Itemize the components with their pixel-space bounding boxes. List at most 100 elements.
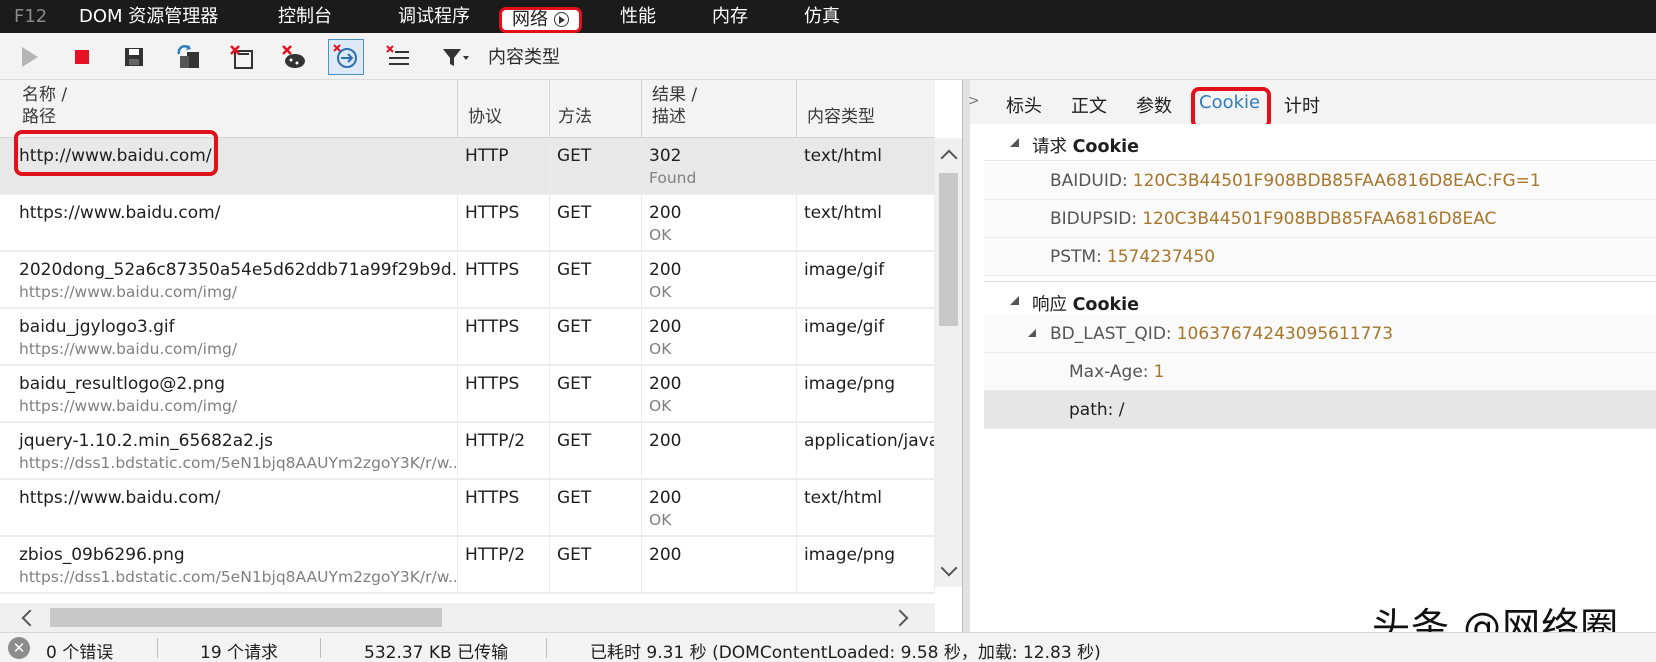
cookie-attr-value: 1: [1153, 362, 1165, 382]
cookie-value: 120C3B44501F908BDB85FAA6816D8EAC: [1142, 209, 1497, 229]
table-cell: zbios_09b6296.png https://dss1.bdstatic.c…: [0, 537, 458, 592]
request-protocol: HTTPS: [465, 374, 520, 394]
request-content-type: application/java...: [804, 431, 934, 451]
clear-browser-cache-button[interactable]: [226, 41, 258, 73]
table-cell: GET: [550, 480, 642, 535]
table-row[interactable]: baidu_resultlogo@2.png https://www.baidu.…: [0, 366, 935, 423]
request-cookie-header[interactable]: 请求 Cookie: [984, 124, 1656, 161]
tab-console[interactable]: 控制台: [278, 0, 332, 33]
request-protocol: HTTPS: [465, 260, 520, 280]
table-row[interactable]: jquery-1.10.2.min_65682a2.js https://dss1…: [0, 423, 935, 480]
table-cell: HTTPS: [458, 366, 550, 421]
tab-network[interactable]: 网络: [499, 7, 582, 33]
tab-parameters[interactable]: 参数: [1136, 92, 1172, 118]
table-cell: 200: [642, 423, 797, 478]
horizontal-scrollbar[interactable]: [0, 603, 935, 632]
table-cell: 200 OK: [642, 309, 797, 364]
tab-dom-explorer[interactable]: DOM 资源管理器: [79, 0, 218, 33]
request-name: https://www.baidu.com/: [19, 488, 221, 508]
table-row[interactable]: 2020dong_52a6c87350a54e5d62ddb71a99f29b9…: [0, 252, 935, 309]
table-cell: 200 OK: [642, 366, 797, 421]
vertical-scrollbar[interactable]: [935, 138, 962, 587]
table-cell: HTTPS: [458, 195, 550, 250]
highlight-first-request: [14, 130, 218, 176]
column-header-method-label: 方法: [558, 107, 592, 127]
tab-debugger[interactable]: 调试程序: [398, 0, 470, 33]
table-cell: GET: [550, 537, 642, 592]
content-type-filter-button[interactable]: [440, 41, 472, 73]
request-method: GET: [557, 488, 592, 508]
request-cookie-row[interactable]: BAIDUID: 120C3B44501F908BDB85FAA6816D8EA…: [984, 162, 1656, 200]
request-status-text: OK: [649, 283, 672, 301]
export-button[interactable]: [118, 41, 150, 73]
column-header-protocol[interactable]: 协议: [458, 80, 550, 138]
table-cell: text/html: [797, 480, 935, 535]
table-row[interactable]: baidu_jgylogo3.gif https://www.baidu.com/…: [0, 309, 935, 366]
save-icon: [125, 48, 143, 66]
table-row[interactable]: zbios_09b6296.png https://dss1.bdstatic.c…: [0, 537, 935, 594]
request-grid: 名称 / 路径 协议 方法 结果 / 描述 内容类型 http://www.ba…: [0, 80, 962, 632]
request-method: GET: [557, 374, 592, 394]
transferred-size: 532.37 KB 已传输: [364, 643, 509, 662]
request-name: jquery-1.10.2.min_65682a2.js: [19, 431, 273, 451]
request-count: 19 个请求: [200, 643, 279, 662]
request-cookie-row[interactable]: PSTM: 1574237450: [984, 238, 1656, 276]
clear-cookies-button[interactable]: [278, 41, 310, 73]
scroll-down-icon[interactable]: [940, 559, 958, 577]
status-divider: [546, 638, 547, 658]
request-path: https://www.baidu.com/img/: [19, 397, 238, 415]
table-row[interactable]: https://www.baidu.com/HTTPS GET 200 OK text/…: [0, 480, 935, 537]
tab-performance[interactable]: 性能: [620, 0, 656, 33]
collapse-triangle-icon: [1010, 138, 1019, 147]
scroll-left-icon[interactable]: [21, 609, 39, 627]
request-path: https://dss1.bdstatic.com/5eN1bjq8AAUYm2…: [19, 568, 458, 586]
cookie-key: BAIDUID:: [1050, 171, 1128, 191]
response-cookie-header[interactable]: 响应 Cookie: [984, 281, 1656, 318]
column-header-desc-label: 描述: [652, 107, 686, 127]
request-content-type: text/html: [804, 488, 883, 508]
content-type-filter-label: 内容类型: [488, 47, 560, 68]
clear-cache-button[interactable]: [172, 41, 204, 73]
cookie-attribute-row-selected[interactable]: path: /: [984, 391, 1656, 429]
record-icon: [554, 12, 569, 27]
table-cell: 200 OK: [642, 195, 797, 250]
column-header-result-label: 结果 /: [652, 85, 698, 105]
clear-session-icon: [386, 45, 409, 65]
pane-splitter[interactable]: [962, 80, 970, 632]
column-header-result[interactable]: 结果 / 描述: [642, 80, 797, 138]
tab-timings[interactable]: 计时: [1284, 92, 1320, 118]
column-header-method[interactable]: 方法: [550, 80, 642, 138]
column-header-name-label: 名称 /: [22, 85, 68, 105]
request-status-text: OK: [649, 340, 672, 358]
table-cell: HTTP/2: [458, 537, 550, 592]
tab-emulation[interactable]: 仿真: [804, 0, 840, 33]
play-button[interactable]: [14, 41, 46, 73]
stop-icon: [75, 50, 89, 64]
tab-headers[interactable]: 标头: [1006, 92, 1042, 118]
tab-memory[interactable]: 内存: [712, 0, 748, 33]
clear-session-button[interactable]: [382, 41, 414, 73]
expand-pane-icon[interactable]: >: [968, 93, 980, 109]
table-cell: image/png: [797, 537, 935, 592]
devtools-window: F12 DOM 资源管理器 控制台 调试程序 网络 性能 内存 仿真 内容类型 …: [0, 0, 1656, 662]
status-bar: ✕ 0 个错误 19 个请求 532.37 KB 已传输 已耗时 9.31 秒 …: [0, 632, 1656, 662]
table-row[interactable]: https://www.baidu.com/HTTPS GET 200 OK text/…: [0, 195, 935, 252]
vertical-scroll-thumb[interactable]: [939, 173, 958, 326]
scroll-right-icon[interactable]: [891, 609, 909, 627]
response-cookie-item[interactable]: BD_LAST_QID: 10637674243095611773: [984, 315, 1656, 353]
scroll-up-icon[interactable]: [940, 149, 958, 167]
cookie-attr-key: Max-Age:: [1069, 362, 1149, 382]
table-cell: baidu_resultlogo@2.png https://www.baidu.…: [0, 366, 458, 421]
always-refresh-button[interactable]: [328, 39, 364, 75]
table-cell: application/java...: [797, 423, 935, 478]
request-path: https://dss1.bdstatic.com/5eN1bjq8AAUYm2…: [19, 454, 458, 472]
table-cell: text/html: [797, 138, 935, 193]
cookie-attribute-row[interactable]: Max-Age: 1: [984, 353, 1656, 391]
column-header-content-type[interactable]: 内容类型: [797, 80, 935, 138]
tab-body[interactable]: 正文: [1071, 92, 1107, 118]
table-cell: HTTP/2: [458, 423, 550, 478]
cookie-key: PSTM:: [1050, 247, 1102, 267]
request-cookie-row[interactable]: BIDUPSID: 120C3B44501F908BDB85FAA6816D8E…: [984, 200, 1656, 238]
stop-button[interactable]: [66, 41, 98, 73]
horizontal-scroll-thumb[interactable]: [50, 608, 442, 627]
